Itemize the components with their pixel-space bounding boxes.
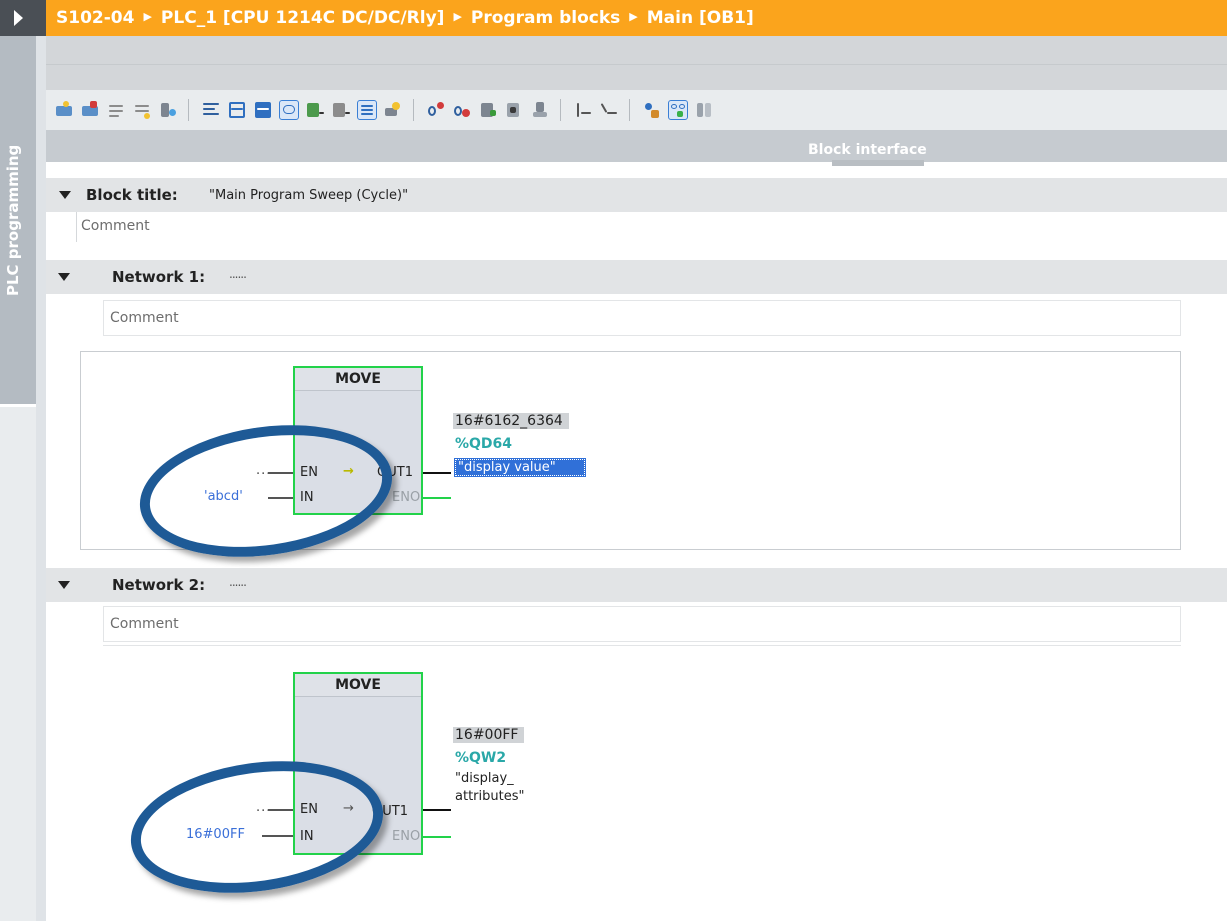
comments-toggle-icon[interactable]	[279, 100, 299, 120]
networks-expand-icon[interactable]	[227, 100, 247, 120]
splitter-handle[interactable]	[832, 160, 924, 166]
toolbar-separator	[560, 99, 569, 121]
breadcrumb-separator-icon: ▶	[453, 10, 462, 23]
breadcrumb-item-program-blocks[interactable]: Program blocks	[471, 8, 620, 28]
editor-header-bar	[46, 36, 1227, 90]
header-divider	[46, 64, 1227, 65]
pin-eno-2: ENO	[392, 829, 421, 844]
split-editor-icon[interactable]	[694, 100, 714, 120]
block-interface-bar[interactable]: Block interface	[46, 130, 1227, 166]
tag-info-icon[interactable]	[331, 100, 351, 120]
network-1-label: Network 1:	[112, 268, 206, 286]
monitor-icon[interactable]	[642, 100, 662, 120]
absolute-operands-icon[interactable]	[201, 100, 221, 120]
editor-toolbar	[46, 90, 1227, 130]
out-wire-2	[423, 809, 451, 811]
collapse-triangle-icon[interactable]	[59, 191, 71, 199]
block-title-value[interactable]: "Main Program Sweep (Cycle)"	[209, 188, 408, 203]
move-title-2: MOVE	[295, 674, 421, 696]
toolbar-separator	[629, 99, 638, 121]
network-1-header: Network 1: ......	[46, 260, 1227, 294]
move-head-divider-2	[295, 696, 421, 697]
block-title-header: Block title: "Main Program Sweep (Cycle)…	[46, 178, 1227, 212]
toolbar-separator	[413, 99, 422, 121]
favorites-icon[interactable]	[383, 100, 403, 120]
network-2-comment[interactable]: Comment	[103, 606, 1181, 642]
move-title: MOVE	[295, 368, 421, 390]
collapse-triangle-icon[interactable]	[58, 273, 70, 281]
out-wire	[423, 472, 451, 474]
breadcrumb-separator-icon: ▶	[143, 10, 152, 23]
move-head-divider	[295, 390, 421, 391]
append-row-icon[interactable]	[132, 100, 152, 120]
go-to-previous-error-icon[interactable]	[452, 100, 472, 120]
out-tag-selected[interactable]: "display value"	[454, 458, 586, 477]
breadcrumb-item-plc[interactable]: PLC_1 [CPU 1214C DC/DC/Rly]	[161, 8, 445, 28]
breadcrumb-item-main[interactable]: Main [OB1]	[647, 8, 754, 28]
networks-collapse-icon[interactable]	[253, 100, 273, 120]
network-1-comment[interactable]: Comment	[103, 300, 1181, 336]
display-tags-icon[interactable]	[305, 100, 325, 120]
out-tag-2[interactable]: "display_ attributes"	[455, 770, 524, 806]
network-2-title[interactable]: ......	[229, 575, 247, 589]
insert-row-icon[interactable]	[106, 100, 126, 120]
download-icon[interactable]	[530, 100, 550, 120]
go-to-next-error-icon[interactable]	[426, 100, 446, 120]
breadcrumb-separator-icon: ▶	[629, 10, 638, 23]
out-monitor-value-2: 16#00FF	[453, 727, 525, 743]
network-2-divider	[103, 645, 1181, 646]
collapse-triangle-icon[interactable]	[58, 581, 70, 589]
network-2-header: Network 2: ......	[46, 568, 1227, 602]
collapse-panel-button[interactable]	[0, 0, 46, 36]
pin-eno: ENO	[392, 490, 421, 505]
last-network-icon[interactable]	[599, 100, 619, 120]
out-monitor-value: 16#6162_6364	[453, 413, 569, 429]
expand-arrow-icon	[14, 10, 23, 26]
insert-network-icon[interactable]	[54, 100, 74, 120]
delete-network-icon[interactable]	[80, 100, 100, 120]
out-tag-line-2: attributes"	[455, 789, 525, 804]
out-address: %QD64	[455, 436, 513, 452]
out-address-2: %QW2	[455, 750, 507, 766]
left-edge	[36, 36, 46, 921]
network-2-label: Network 2:	[112, 576, 206, 594]
network-1-title[interactable]: ......	[229, 267, 247, 281]
breadcrumb-item-project[interactable]: S102-04	[56, 8, 134, 28]
left-tab-label: PLC programming	[4, 144, 22, 296]
compare-icon[interactable]	[504, 100, 524, 120]
breadcrumb: S102-04 ▶ PLC_1 [CPU 1214C DC/DC/Rly] ▶ Prog…	[46, 0, 1227, 36]
toolbar-separator	[188, 99, 197, 121]
block-interface-label: Block interface	[808, 142, 927, 158]
out-tag-line-1: "display_	[455, 771, 514, 786]
block-title-label: Block title:	[86, 186, 178, 204]
eno-wire	[423, 497, 451, 499]
glasses-monitor-icon[interactable]	[668, 100, 688, 120]
show-comments-icon[interactable]	[357, 100, 377, 120]
eno-wire-2	[423, 836, 451, 838]
first-network-icon[interactable]	[573, 100, 593, 120]
update-block-icon[interactable]	[478, 100, 498, 120]
block-comment-field[interactable]: Comment	[76, 212, 1227, 242]
reset-start-values-icon[interactable]	[158, 100, 178, 120]
